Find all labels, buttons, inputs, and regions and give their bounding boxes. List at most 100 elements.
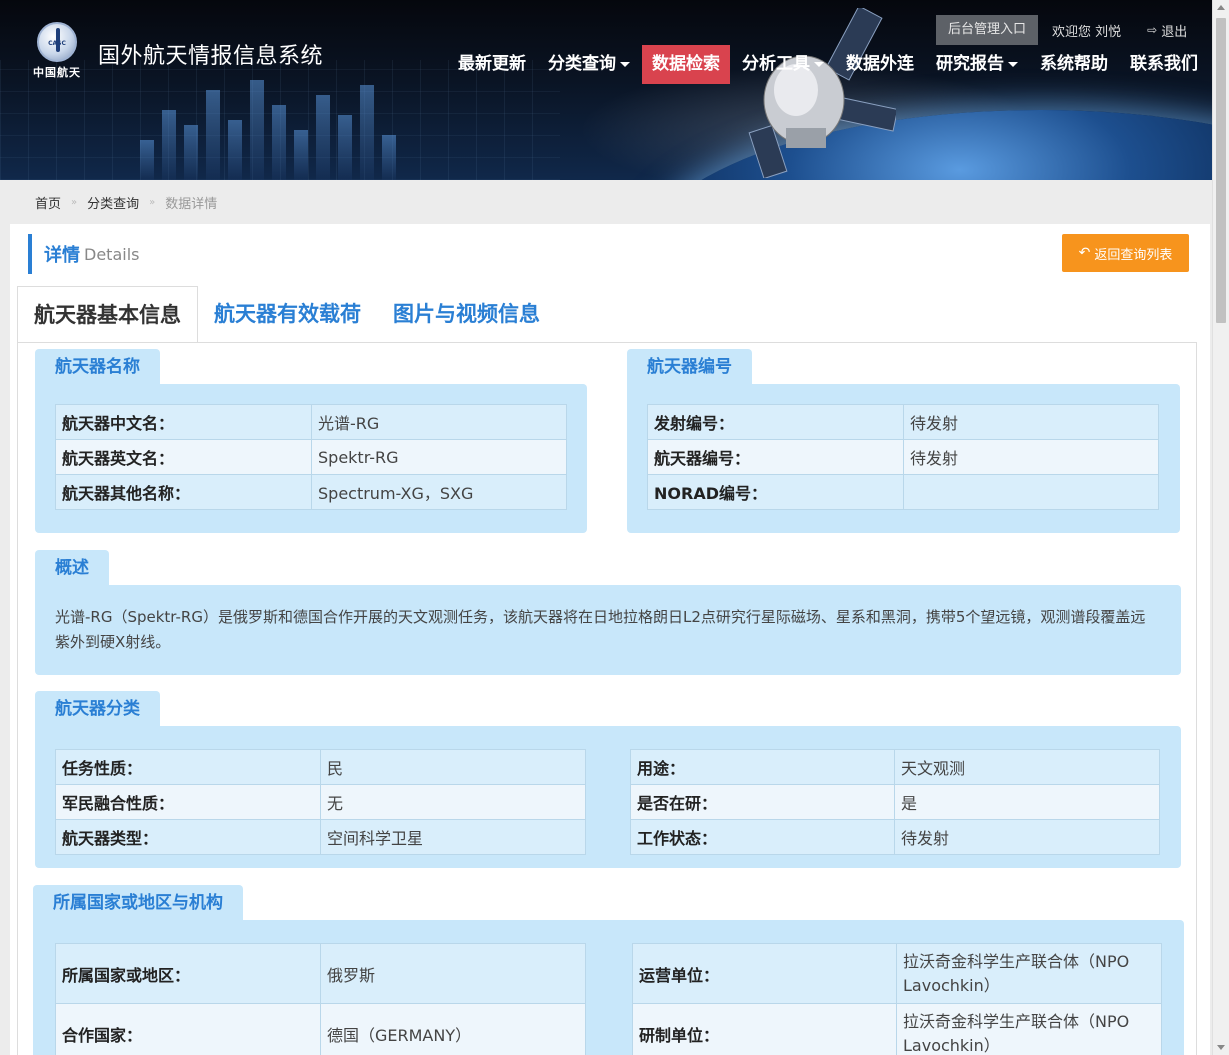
section-classification: 航天器分类 任务性质：民 军民融合性质：无 航天器类型： 空间科学卫星 用途： 天文… (35, 691, 1181, 868)
welcome-user[interactable]: 欢迎您 刘悦 (1052, 21, 1121, 40)
section-spacecraft-number: 航天器编号 发射编号： 待发射 航天器编号： 待发射 NORAD编号： (627, 349, 1180, 533)
table-row: 研制单位： 拉沃奇金科学生产联合体（NPO Lavochkin） (632, 1003, 1162, 1055)
breadcrumb-category[interactable]: 分类查询 (87, 193, 139, 212)
breadcrumb-separator: » (71, 196, 78, 208)
back-to-list-button[interactable]: ↶ 返回查询列表 (1062, 234, 1189, 272)
table-value: 待发射 (903, 404, 1159, 440)
breadcrumb-home[interactable]: 首页 (35, 193, 61, 212)
table-row: 军民融合性质：无 (55, 784, 586, 820)
logout-label: 退出 (1161, 24, 1188, 40)
section-title: 航天器编号 (627, 349, 752, 385)
classification-left-table: 任务性质：民 军民融合性质：无 航天器类型： 空间科学卫星 (55, 749, 586, 855)
table-value (903, 474, 1159, 510)
table-value: 德国（GERMANY） (320, 1003, 586, 1055)
table-key: 工作状态： (630, 819, 895, 855)
table-key: 运营单位： (632, 943, 897, 1004)
number-table: 发射编号： 待发射 航天器编号： 待发射 NORAD编号： (647, 404, 1159, 510)
table-value: 民 (320, 749, 586, 785)
admin-entry-button[interactable]: 后台管理入口 (936, 15, 1039, 45)
breadcrumb-separator: » (149, 196, 156, 208)
nav-research-reports[interactable]: 研究报告 (926, 45, 1028, 84)
breadcrumb-current: 数据详情 (165, 196, 218, 212)
nav-analysis-tools[interactable]: 分析工具 (732, 45, 834, 84)
section-body: 光谱-RG（Spektr-RG）是俄罗斯和德国合作开展的天文观测任务，该航天器将… (35, 585, 1181, 675)
table-value: 拉沃奇金科学生产联合体（NPO Lavochkin） (896, 943, 1162, 1004)
spacecraft-image (748, 8, 896, 178)
nav-external-data[interactable]: 数据外连 (836, 45, 924, 84)
table-key: 航天器中文名： (55, 404, 312, 440)
table-key: 航天器类型： (55, 819, 321, 855)
table-value: 无 (320, 784, 586, 820)
table-row: 工作状态： 待发射 (630, 819, 1160, 855)
logout-link[interactable]: ⇨ 退出 (1147, 21, 1187, 40)
tab-payload[interactable]: 航天器有效载荷 (198, 286, 377, 343)
table-value: 天文观测 (894, 749, 1160, 785)
chevron-down-icon (1008, 61, 1018, 67)
page-scrollbar[interactable] (1212, 0, 1229, 1055)
section-body: 航天器中文名： 光谱-RG 航天器英文名： Spektr-RG 航天器其他名称： Sp… (35, 384, 587, 533)
nav-label: 分析工具 (742, 54, 810, 74)
header-bar-decoration (140, 70, 470, 180)
section-title: 概述 (35, 550, 109, 586)
section-country-organization: 所属国家或地区与机构 所属国家或地区： 俄罗斯 合作国家： 德国（GERMANY） … (33, 885, 1184, 1055)
table-row: NORAD编号： (647, 474, 1159, 510)
tab-content: 航天器名称 航天器中文名： 光谱-RG 航天器英文名： Spektr-RG 航天器其… (17, 342, 1197, 1055)
table-key: 发射编号： (647, 404, 904, 440)
nav-system-help[interactable]: 系统帮助 (1030, 45, 1118, 84)
table-key: 航天器其他名称： (55, 474, 312, 510)
tab-basic-info[interactable]: 航天器基本信息 (17, 286, 198, 343)
site-header: CASC 中国航天 国外航天情报信息系统 后台管理入口 欢迎您 刘悦 ⇨ 退出 … (0, 0, 1212, 180)
table-row: 运营单位： 拉沃奇金科学生产联合体（NPO Lavochkin） (632, 943, 1162, 1004)
table-key: 合作国家： (55, 1003, 321, 1055)
scroll-up-arrow-icon[interactable] (1217, 5, 1225, 10)
section-overview: 概述 光谱-RG（Spektr-RG）是俄罗斯和德国合作开展的天文观测任务，该航… (35, 550, 1181, 675)
logout-icon: ⇨ (1147, 23, 1158, 37)
scroll-thumb[interactable] (1216, 18, 1226, 323)
logo-mark-text: CASC (48, 40, 66, 47)
logo-subtitle: 中国航天 (33, 66, 81, 79)
scroll-down-arrow-icon[interactable] (1217, 1045, 1225, 1050)
nav-data-search[interactable]: 数据检索 (642, 45, 730, 84)
section-title: 航天器分类 (35, 691, 160, 727)
chevron-down-icon (620, 61, 630, 67)
nav-contact-us[interactable]: 联系我们 (1120, 45, 1208, 84)
nav-label: 数据外连 (846, 54, 914, 74)
table-value: 空间科学卫星 (320, 819, 586, 855)
panel-title-cn: 详情 (44, 245, 80, 266)
details-panel: 详情 Details ↶ 返回查询列表 航天器基本信息 航天器有效载荷 图片与视… (10, 224, 1210, 1055)
table-key: 军民融合性质： (55, 784, 321, 820)
nav-latest-updates[interactable]: 最新更新 (448, 45, 536, 84)
table-row: 是否在研：是 (630, 784, 1160, 820)
nav-category-query[interactable]: 分类查询 (538, 45, 640, 84)
table-value: 拉沃奇金科学生产联合体（NPO Lavochkin） (896, 1003, 1162, 1055)
nav-label: 最新更新 (458, 54, 526, 74)
nav-label: 系统帮助 (1040, 54, 1108, 74)
top-links: 后台管理入口 欢迎您 刘悦 ⇨ 退出 (936, 15, 1187, 45)
table-key: 用途： (630, 749, 895, 785)
table-row: 航天器其他名称： Spectrum-XG，SXG (55, 474, 567, 510)
panel-title-en: Details (84, 244, 140, 264)
site-title[interactable]: 国外航天情报信息系统 (98, 38, 323, 70)
table-row: 航天器中文名： 光谱-RG (55, 404, 567, 440)
table-row: 航天器类型： 空间科学卫星 (55, 819, 586, 855)
table-key: 任务性质： (55, 749, 321, 785)
table-value: Spectrum-XG，SXG (311, 474, 567, 510)
table-value: 是 (894, 784, 1160, 820)
table-value: 光谱-RG (311, 404, 567, 440)
section-body: 任务性质：民 军民融合性质：无 航天器类型： 空间科学卫星 用途： 天文观测 是否在… (35, 726, 1181, 868)
nav-label: 数据检索 (652, 54, 720, 74)
table-key: 航天器英文名： (55, 439, 312, 475)
chevron-down-icon (814, 61, 824, 67)
tab-bar: 航天器基本信息 航天器有效载荷 图片与视频信息 (17, 286, 556, 343)
classification-right-table: 用途： 天文观测 是否在研：是 工作状态： 待发射 (630, 749, 1160, 855)
table-row: 所属国家或地区： 俄罗斯 (55, 943, 586, 1004)
reply-arrow-icon: ↶ (1078, 245, 1091, 261)
tab-media[interactable]: 图片与视频信息 (377, 286, 556, 343)
nav-label: 分类查询 (548, 54, 616, 74)
table-row: 发射编号： 待发射 (647, 404, 1159, 440)
table-key: 是否在研： (630, 784, 895, 820)
table-row: 合作国家： 德国（GERMANY） (55, 1003, 586, 1055)
country-left-table: 所属国家或地区： 俄罗斯 合作国家： 德国（GERMANY） (55, 943, 586, 1055)
table-key: 研制单位： (632, 1003, 897, 1055)
section-title: 航天器名称 (35, 349, 160, 385)
